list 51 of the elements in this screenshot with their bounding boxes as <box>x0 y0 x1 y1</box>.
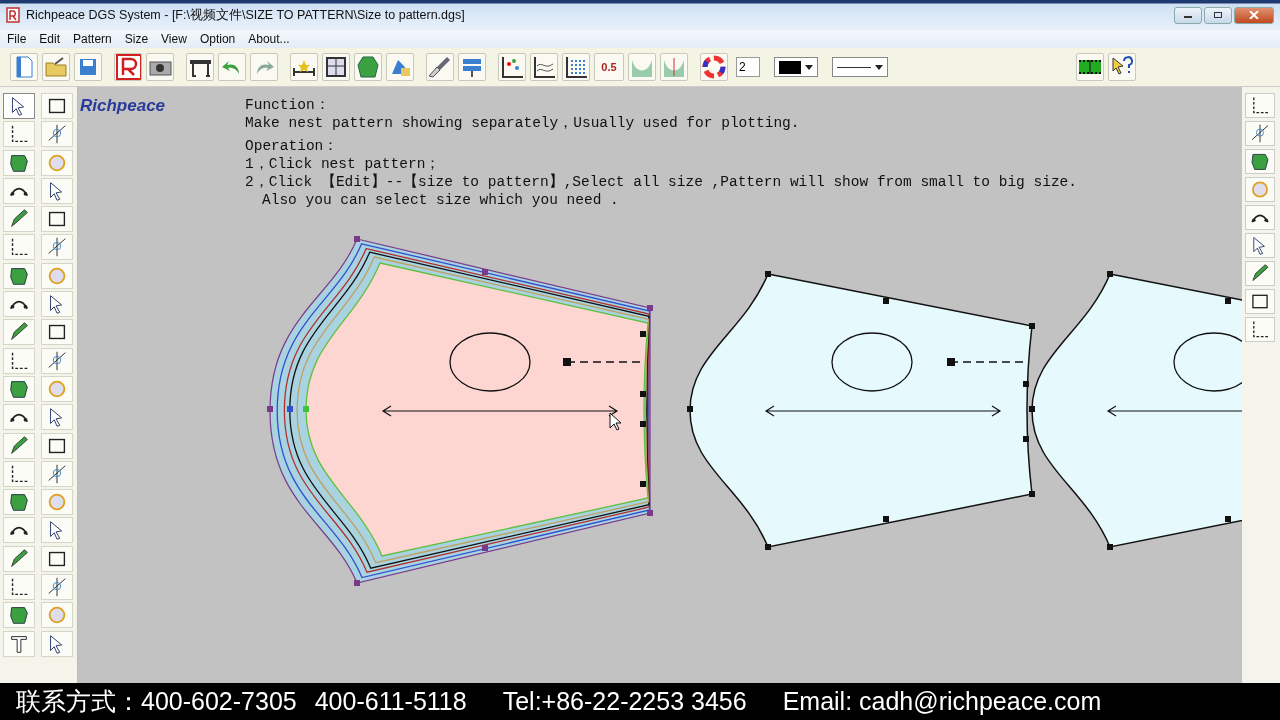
instruction-text: 2，Click 【Edit】--【size to pattern】,Select all size ,Pattern will show from small to big size. <box>245 173 1078 191</box>
select-box-icon[interactable] <box>41 93 73 119</box>
line-width-field[interactable]: 2 <box>736 57 760 77</box>
curves-icon[interactable] <box>530 53 558 81</box>
logo: Richpeace <box>79 96 167 116</box>
save-icon[interactable] <box>74 53 102 81</box>
menu-item[interactable]: Option <box>199 32 236 46</box>
text-tool-icon[interactable] <box>3 630 35 657</box>
minimize-button[interactable] <box>1174 6 1202 24</box>
maximize-icon <box>1213 11 1223 19</box>
contact-text: Email: cadh@richpeace.com <box>782 687 1102 716</box>
instruction-text: 1，Click nest pattern； <box>245 155 442 173</box>
r-logo-icon[interactable] <box>114 53 142 81</box>
menu-item[interactable]: View <box>161 32 187 46</box>
contact-text: Tel:+86-22-2253 3456 <box>502 687 747 716</box>
maximize-button[interactable] <box>1204 6 1232 24</box>
dropdown-arrow-icon <box>875 64 883 70</box>
menu-item[interactable]: About... <box>248 32 290 46</box>
contact-text: 400-611-5118 <box>314 687 467 716</box>
window-title: Richpeace DGS System - [F:\视频文件\SIZE TO PATTERN\Size to pattern.dgs] <box>26 6 465 24</box>
brush-icon[interactable] <box>426 53 454 81</box>
camera-icon[interactable] <box>146 53 174 81</box>
color-dropdown[interactable] <box>774 57 818 77</box>
instruction-text: Make nest pattern showing separately，Usually used for plotting. <box>245 114 801 132</box>
contact-text: 联系方式：400-602-7305 <box>16 686 297 717</box>
mouse-pointer-icon <box>609 412 622 431</box>
menu-item[interactable]: Edit <box>39 32 61 46</box>
star-ruler-icon[interactable] <box>290 53 318 81</box>
new-file-icon[interactable] <box>10 53 38 81</box>
close-button[interactable] <box>1234 6 1274 24</box>
dot-grid-icon[interactable] <box>562 53 590 81</box>
menu-item[interactable]: Size <box>124 32 149 46</box>
window-grid-icon[interactable] <box>322 53 350 81</box>
menu-item[interactable]: Pattern <box>73 32 112 46</box>
dropdown-arrow-icon <box>805 64 813 70</box>
pentagon-icon[interactable] <box>354 53 382 81</box>
plotter-icon[interactable] <box>186 53 214 81</box>
help-pointer-icon[interactable] <box>1108 53 1136 81</box>
close-icon <box>1249 11 1259 19</box>
app-icon <box>6 7 20 23</box>
instruction-heading: Function： <box>245 96 331 114</box>
scatter-plot-icon[interactable] <box>498 53 526 81</box>
color-wheel-icon[interactable] <box>700 53 728 81</box>
menu-item[interactable]: File <box>7 32 27 46</box>
open-folder-icon[interactable] <box>42 53 70 81</box>
instruction-heading: Operation： <box>245 137 340 155</box>
line-style-dropdown[interactable] <box>832 57 888 77</box>
film-icon[interactable] <box>1076 53 1104 81</box>
step-value-button[interactable]: 0.5 <box>594 53 624 81</box>
layers-icon[interactable] <box>458 53 486 81</box>
instruction-text: Also you can select size which you need . <box>261 191 620 209</box>
